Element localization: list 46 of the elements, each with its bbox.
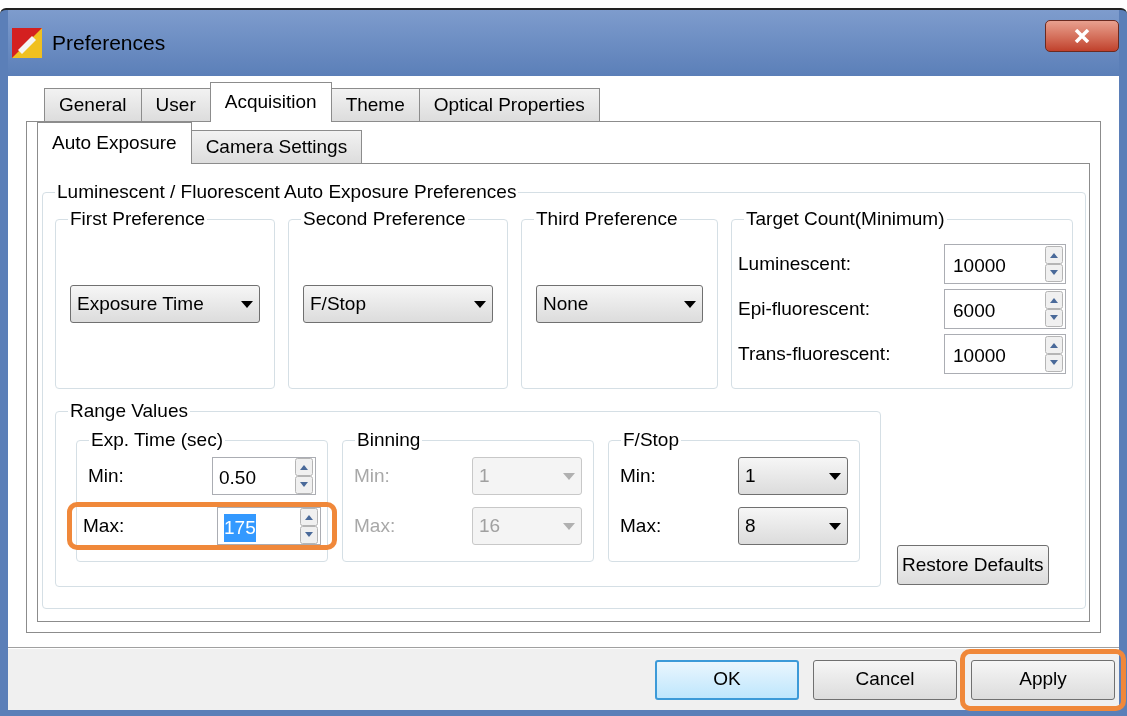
app-logo-icon — [12, 28, 42, 58]
window-title: Preferences — [52, 30, 166, 57]
tab[interactable]: Camera Settings — [190, 130, 363, 164]
dialog-button[interactable]: Apply — [971, 659, 1115, 700]
spin-arrows-icon[interactable] — [295, 458, 313, 494]
tab[interactable]: Auto Exposure — [37, 122, 192, 164]
field-label: Max: — [354, 513, 397, 538]
dropdown[interactable]: 1 — [738, 457, 848, 495]
field-label: Trans-fluorescent: — [738, 341, 892, 366]
dropdown[interactable]: 8 — [738, 507, 848, 545]
field-label: Max: — [620, 513, 663, 538]
field-label: Min: — [354, 463, 391, 488]
number-field[interactable]: 6000 — [944, 289, 1066, 329]
field-label: Min: — [88, 463, 125, 488]
spin-arrows-icon[interactable] — [1045, 336, 1063, 372]
field-label: Epi-fluorescent: — [738, 296, 871, 321]
number-field[interactable]: 0.50 — [212, 457, 316, 495]
dropdown-arrow-icon — [829, 472, 841, 480]
dropdown-arrow-icon — [563, 522, 575, 530]
spin-arrows-icon[interactable] — [1045, 246, 1063, 282]
field-label: Min: — [620, 463, 657, 488]
dropdown-arrow-icon — [829, 522, 841, 530]
dropdown-arrow-icon — [684, 300, 696, 308]
tab[interactable]: General — [44, 88, 142, 122]
spin-arrows-icon[interactable] — [1045, 291, 1063, 327]
field-label: Max: — [83, 513, 126, 538]
tab[interactable]: Optical Properties — [418, 88, 600, 122]
dropdown[interactable]: Exposure Time — [70, 285, 260, 323]
restore-defaults-button[interactable]: Restore Defaults — [897, 545, 1049, 585]
tab[interactable]: Acquisition — [209, 82, 332, 122]
dropdown-arrow-icon — [241, 300, 253, 308]
dropdown-arrow-icon — [563, 472, 575, 480]
field-value: 175 — [224, 513, 256, 543]
close-button[interactable] — [1045, 20, 1119, 52]
number-field[interactable]: 10000 — [944, 244, 1066, 284]
tab[interactable]: Theme — [330, 88, 420, 122]
close-icon — [1074, 29, 1090, 43]
dialog-button[interactable]: OK — [655, 659, 799, 700]
dropdown-arrow-icon — [474, 300, 486, 308]
spin-arrows-icon[interactable] — [300, 508, 318, 544]
field-label: Luminescent: — [738, 251, 852, 276]
tab[interactable]: User — [140, 88, 211, 122]
number-field[interactable]: 10000 — [944, 334, 1066, 374]
dialog-button[interactable]: Cancel — [813, 659, 957, 700]
dropdown[interactable]: None — [536, 285, 703, 323]
dropdown[interactable]: F/Stop — [303, 285, 493, 323]
